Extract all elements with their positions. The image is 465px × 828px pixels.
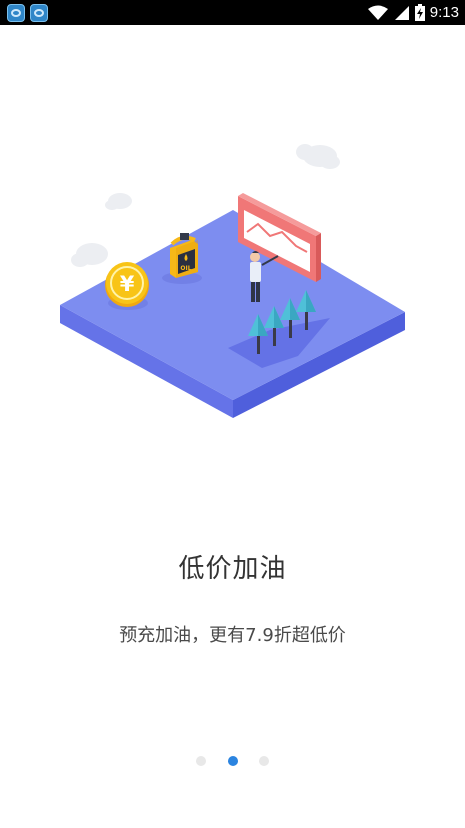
page-dot-3[interactable]	[259, 756, 269, 766]
wifi-icon	[367, 5, 388, 20]
page-dot-2[interactable]	[228, 756, 238, 766]
cloud-icon	[296, 144, 340, 169]
yuan-coin-icon: ¥	[105, 262, 149, 310]
status-time: 9:13	[429, 4, 459, 21]
app-notification-icon	[7, 4, 25, 22]
status-bar: 9:13	[0, 0, 465, 25]
signal-icon	[394, 5, 409, 20]
battery-icon	[414, 4, 425, 21]
cloud-icon	[71, 243, 108, 267]
app-notification-icon	[30, 4, 48, 22]
page-indicator[interactable]	[0, 756, 465, 768]
oil-label: OIL	[180, 265, 191, 272]
cloud-icon	[105, 193, 132, 210]
onboarding-illustration: ¥ OIL	[60, 144, 405, 418]
coin-symbol: ¥	[120, 272, 135, 296]
onboarding-title: 低价加油	[178, 554, 287, 584]
page-dot-1[interactable]	[196, 756, 206, 766]
onboarding-subtitle: 预充加油，更有7.9折超低价	[119, 625, 346, 646]
